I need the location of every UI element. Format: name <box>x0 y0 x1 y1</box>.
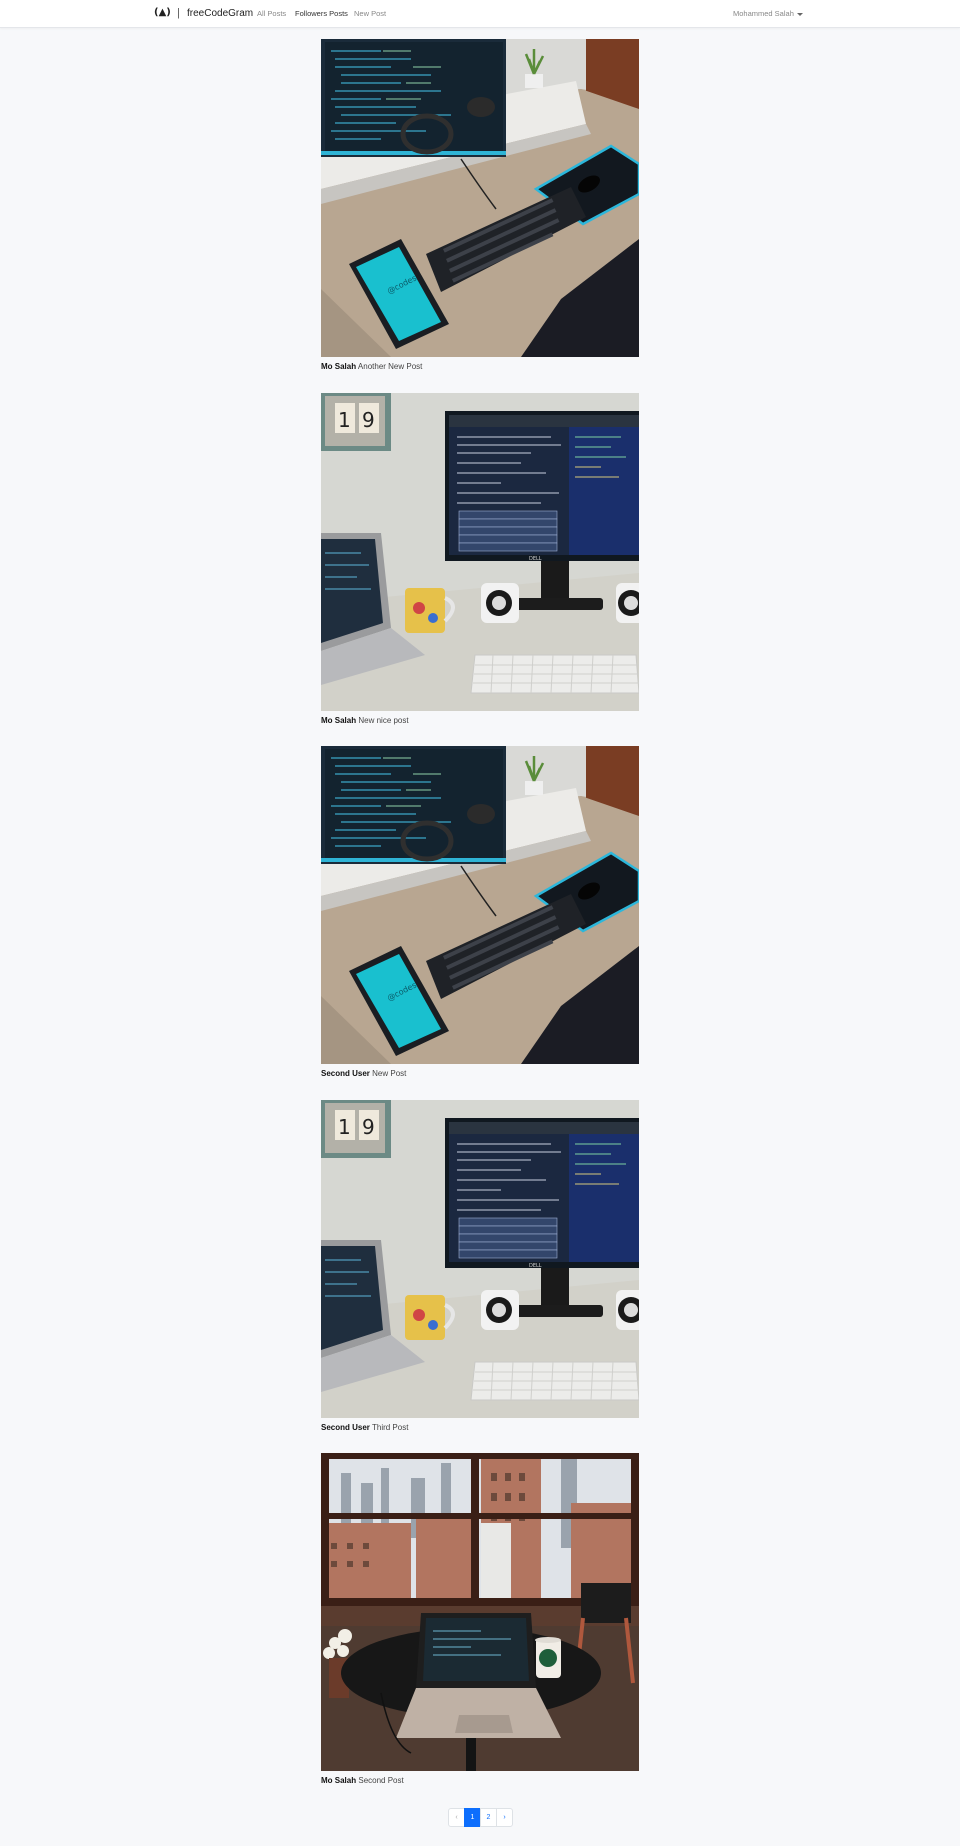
desk-setup-photo <box>321 746 639 1064</box>
post-author-link[interactable]: Mo Salah <box>321 362 356 371</box>
city-window-laptop-photo <box>321 1453 639 1771</box>
post-image[interactable] <box>321 746 639 1064</box>
post-caption-text: New nice post <box>358 716 409 725</box>
nav-new-post-link[interactable]: New Post <box>354 8 386 19</box>
nav-followers-posts-link[interactable]: Followers Posts <box>295 8 348 19</box>
brand-name-link[interactable]: freeCodeGram <box>187 6 253 21</box>
post-author-link[interactable]: Second User <box>321 1423 370 1432</box>
post-image[interactable] <box>321 1453 639 1771</box>
post-caption-text: Third Post <box>371 1423 409 1432</box>
nav-all-posts-link[interactable]: All Posts <box>257 8 286 19</box>
post-caption-text: New Post <box>372 1069 407 1078</box>
post-caption: Second User New Post <box>321 1068 406 1080</box>
post-caption: Mo Salah Second Post <box>321 1775 404 1787</box>
freecodecamp-logo-icon[interactable]: (▲) <box>154 6 171 20</box>
brand-separator: | <box>177 7 180 19</box>
post-caption: Second User Third Post <box>321 1422 408 1434</box>
post-image[interactable] <box>321 393 639 711</box>
dell-desk-photo <box>321 393 639 711</box>
top-navbar: (▲) | freeCodeGram All Posts Followers P… <box>0 0 960 28</box>
post-author-link[interactable]: Mo Salah <box>321 716 356 725</box>
user-dropdown-toggle[interactable]: Mohammed Salah <box>733 8 803 19</box>
post-caption: Mo Salah New nice post <box>321 715 409 727</box>
pagination-prev-button[interactable]: ‹ <box>448 1808 465 1827</box>
pagination-next-button[interactable]: › <box>496 1808 513 1827</box>
post-author-link[interactable]: Second User <box>321 1069 370 1078</box>
post-caption-text: Another New Post <box>357 362 423 371</box>
post-caption-text: Second Post <box>358 1776 404 1785</box>
dell-desk-photo <box>321 1100 639 1418</box>
desk-setup-photo <box>321 39 639 357</box>
pagination: ‹ 1 2 › <box>448 1808 513 1827</box>
caret-down-icon <box>796 12 803 16</box>
pagination-page-2[interactable]: 2 <box>480 1808 497 1827</box>
pagination-page-1[interactable]: 1 <box>464 1808 481 1827</box>
user-name: Mohammed Salah <box>733 9 794 18</box>
post-caption: Mo Salah Another New Post <box>321 361 422 373</box>
post-author-link[interactable]: Mo Salah <box>321 1776 356 1785</box>
post-image[interactable] <box>321 1100 639 1418</box>
post-image[interactable] <box>321 39 639 357</box>
